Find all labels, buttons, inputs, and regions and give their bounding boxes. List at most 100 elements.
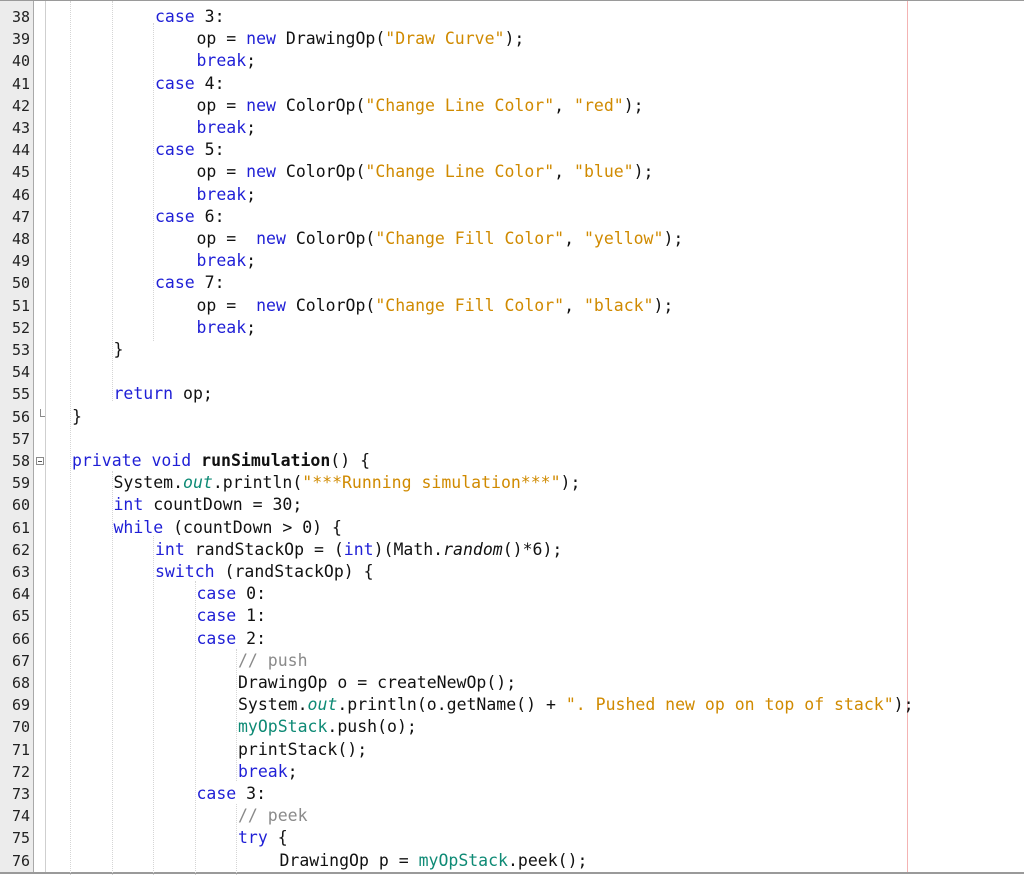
- code-token: "red": [574, 95, 624, 115]
- code-token: )(Math.: [373, 539, 444, 559]
- code-token: case: [196, 584, 237, 604]
- code-token: "black": [583, 295, 654, 315]
- code-line[interactable]: 54: [0, 361, 1024, 383]
- code-token: "Change Line Color": [365, 162, 555, 182]
- code-token: ColorOp(: [285, 229, 376, 248]
- line-number: 64: [11, 585, 30, 604]
- code-line[interactable]: 38 case 3:: [0, 6, 1024, 28]
- code-line[interactable]: 57: [0, 428, 1024, 450]
- code-text: DrawingOp p = myOpStack.peek();: [280, 850, 588, 872]
- code-token: ,: [554, 95, 575, 115]
- code-line[interactable]: 68 DrawingOp o = createNewOp();: [0, 672, 1024, 694]
- code-line[interactable]: 62 int randStackOp = (int)(Math.random()*…: [0, 539, 1024, 561]
- code-line[interactable]: 44 case 5:: [0, 139, 1024, 161]
- code-line[interactable]: 70 myOpStack.push(o);: [0, 716, 1024, 738]
- line-number: 66: [11, 629, 30, 648]
- code-token: new: [246, 29, 276, 49]
- code-line[interactable]: 43 break;: [0, 117, 1024, 139]
- code-text: case 2:: [197, 628, 267, 650]
- code-token: .println(o.getName() +: [337, 695, 566, 715]
- code-text: case 3:: [155, 6, 225, 28]
- code-token: System.: [238, 695, 308, 715]
- code-token: int: [343, 539, 374, 559]
- code-text: }: [114, 339, 124, 361]
- code-text: case 3:: [197, 783, 267, 805]
- line-number: 63: [11, 563, 30, 581]
- code-line[interactable]: 40 break;: [0, 50, 1024, 72]
- code-line[interactable]: 39 op = new DrawingOp("Draw Curve");: [0, 28, 1024, 50]
- line-number: 56: [11, 407, 30, 426]
- code-token: );: [560, 473, 581, 493]
- code-line[interactable]: 74 // peek: [0, 805, 1024, 827]
- code-line[interactable]: 52 break;: [0, 317, 1024, 339]
- code-token: .push(o);: [327, 717, 417, 737]
- code-token: System.: [113, 473, 184, 493]
- code-token: 7:: [194, 273, 225, 293]
- code-line[interactable]: 55 return op;: [0, 383, 1024, 405]
- code-line[interactable]: 42 op = new ColorOp("Change Line Color", …: [0, 95, 1024, 117]
- code-line[interactable]: 45 op = new ColorOp("Change Line Color", …: [0, 161, 1024, 183]
- code-line[interactable]: 47 case 6:: [0, 206, 1024, 228]
- code-text: System.out.println(o.getName() + ". Push…: [238, 694, 914, 716]
- code-token: out: [307, 695, 338, 715]
- code-token: 2:: [236, 628, 267, 648]
- code-token: myOpStack: [238, 717, 328, 737]
- code-line[interactable]: 59 System.out.println("***Running simulat…: [0, 472, 1024, 494]
- code-token: case: [155, 7, 195, 26]
- code-line[interactable]: 67 // push: [0, 650, 1024, 672]
- line-number: 49: [11, 252, 30, 271]
- code-token: runSimulation: [201, 451, 331, 470]
- code-token: );: [653, 295, 674, 315]
- code-token: ()*6);: [502, 539, 563, 559]
- line-number: 55: [11, 385, 30, 404]
- code-line[interactable]: 69 System.out.println(o.getName() + ". Pu…: [0, 694, 1024, 716]
- line-number: 76: [11, 851, 30, 870]
- line-number: 52: [11, 318, 30, 337]
- line-number: 48: [11, 230, 30, 248]
- code-line[interactable]: 61 while (countDown > 0) {: [0, 517, 1024, 539]
- line-number: 71: [11, 740, 30, 759]
- code-line[interactable]: 46 break;: [0, 184, 1024, 206]
- code-token: while: [113, 517, 164, 537]
- code-token: ,: [564, 229, 584, 248]
- fold-toggle-icon[interactable]: [36, 457, 44, 465]
- line-number: 58: [11, 452, 30, 470]
- code-line[interactable]: 50 case 7:: [0, 272, 1024, 294]
- code-token: );: [504, 29, 525, 49]
- code-token: // peek: [238, 806, 308, 826]
- line-number: 47: [11, 207, 30, 226]
- code-line[interactable]: 49 break;: [0, 250, 1024, 272]
- code-token: try: [238, 828, 268, 848]
- code-line[interactable]: 76 DrawingOp p = myOpStack.peek();: [0, 850, 1024, 872]
- line-number: 59: [11, 474, 30, 493]
- code-line[interactable]: 73 case 3:: [0, 783, 1024, 805]
- code-line[interactable]: 66 case 2:: [0, 628, 1024, 650]
- code-line[interactable]: 56}: [0, 406, 1024, 428]
- code-token: new: [246, 162, 276, 182]
- line-number: 73: [11, 785, 30, 803]
- code-line[interactable]: 63 switch (randStackOp) {: [0, 561, 1024, 583]
- code-text: case 4:: [155, 73, 225, 95]
- code-line[interactable]: 58 private void runSimulation() {: [0, 450, 1024, 472]
- code-text: break;: [197, 50, 257, 72]
- code-text: op = new ColorOp("Change Fill Color", "b…: [197, 295, 674, 317]
- code-editor[interactable]: 38 case 3: 39 op = new DrawingOp("Draw Curv…: [0, 0, 1024, 875]
- code-line[interactable]: 51 op = new ColorOp("Change Fill Color", …: [0, 295, 1024, 317]
- code-line[interactable]: 48 op = new ColorOp("Change Fill Color", …: [0, 228, 1024, 250]
- code-text: System.out.println("***Running simulatio…: [114, 472, 581, 494]
- code-token: 4:: [194, 73, 225, 93]
- code-line[interactable]: 75 try {: [0, 827, 1024, 849]
- code-text: break;: [197, 184, 257, 206]
- code-line[interactable]: 60 int countDown = 30;: [0, 494, 1024, 516]
- code-token: countDown = 30;: [143, 495, 303, 515]
- code-line[interactable]: 41 case 4:: [0, 73, 1024, 95]
- code-token: ". Pushed new op on top of stack": [565, 695, 894, 715]
- code-line[interactable]: 53}: [0, 339, 1024, 361]
- code-line[interactable]: 65 case 1:: [0, 605, 1024, 627]
- code-line[interactable]: 64 case 0:: [0, 583, 1024, 605]
- code-token: "Change Line Color": [365, 95, 555, 115]
- code-token: op =: [196, 295, 257, 315]
- code-token: }: [72, 406, 82, 426]
- code-line[interactable]: 72 break;: [0, 761, 1024, 783]
- code-line[interactable]: 71 printStack();: [0, 739, 1024, 761]
